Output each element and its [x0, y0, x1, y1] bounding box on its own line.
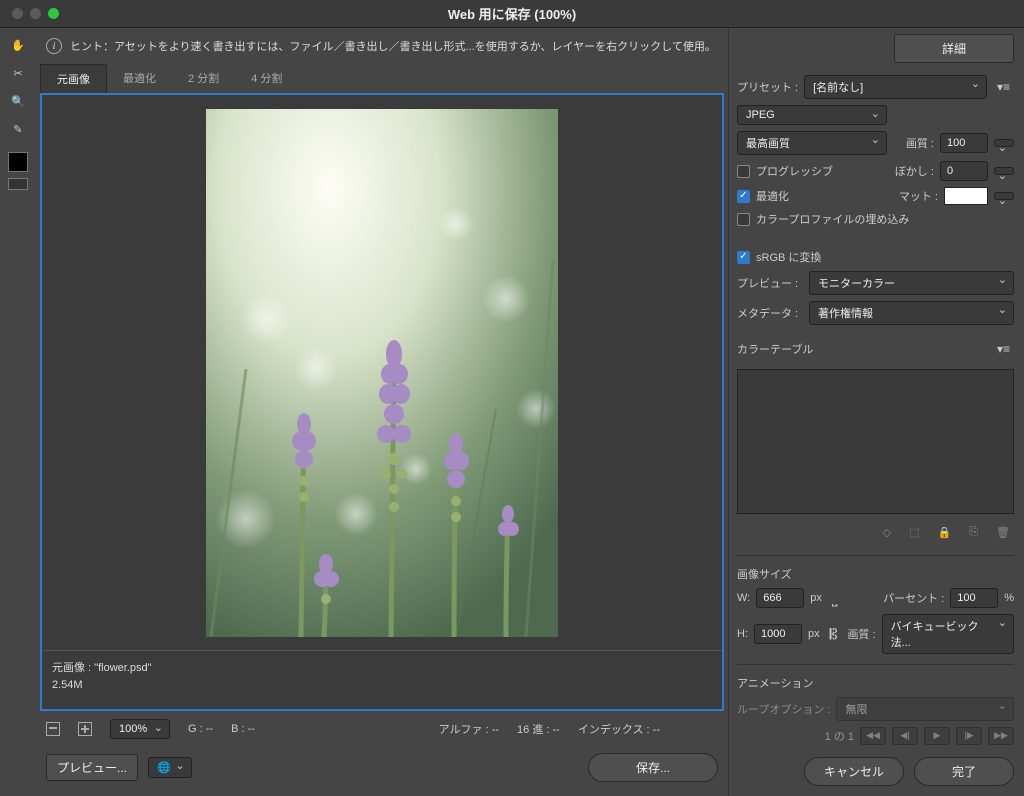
- status-G: G : --: [188, 723, 213, 735]
- link-dimensions-icon[interactable]: ⎵: [828, 590, 842, 607]
- tab-4up[interactable]: 4 分割: [235, 64, 298, 93]
- canvas-info: 元画像 : "flower.psd" 2.54M: [42, 650, 722, 709]
- slice-select-tool-icon[interactable]: ✂: [5, 62, 31, 84]
- browser-preview-select[interactable]: 🌐: [148, 757, 192, 778]
- frame-counter: 1 の 1: [825, 728, 854, 744]
- matte-color-swatch[interactable]: [944, 187, 988, 205]
- height-input[interactable]: [754, 624, 802, 644]
- loop-label: ループオプション :: [737, 701, 830, 717]
- blur-label: ぼかし :: [895, 163, 934, 179]
- optimize-label: 最適化: [756, 188, 789, 204]
- hint-bar: i ヒント：アセットをより速く書き出すには、ファイル／書き出し／書き出し形式..…: [40, 34, 724, 64]
- save-button[interactable]: 保存...: [588, 753, 718, 782]
- resample-select[interactable]: バイキュービック法...: [882, 614, 1014, 654]
- ct-snap-icon[interactable]: ◇: [883, 526, 891, 539]
- image-size-label: 画像サイズ: [737, 566, 1014, 582]
- status-hex: 16 進 : --: [517, 721, 560, 737]
- srgb-label: sRGB に変換: [756, 249, 821, 265]
- status-bar: 100% G : -- B : -- アルファ : -- 16 進 : -- イ…: [40, 711, 724, 747]
- anim-play-icon[interactable]: ▶: [924, 727, 950, 745]
- zoom-select[interactable]: 100%: [110, 719, 170, 739]
- color-table-menu-icon[interactable]: ▾≡: [993, 342, 1014, 356]
- format-select[interactable]: JPEG: [737, 105, 887, 125]
- optimize-checkbox[interactable]: [737, 190, 750, 203]
- ct-lock-icon[interactable]: 🔒: [938, 526, 952, 539]
- preview-label: プレビュー :: [737, 275, 803, 291]
- embed-profile-checkbox[interactable]: [737, 213, 750, 226]
- hint-text: ヒント：アセットをより速く書き出すには、ファイル／書き出し／書き出し形式...を…: [70, 38, 716, 54]
- info-icon: i: [46, 38, 62, 54]
- ct-new-icon[interactable]: ⎘: [969, 526, 978, 539]
- anim-next-icon[interactable]: |▶: [956, 727, 982, 745]
- quality2-label: 画質 :: [847, 626, 875, 642]
- percent-input[interactable]: [950, 588, 998, 608]
- h-unit: px: [808, 628, 820, 640]
- canvas-info-filename: 元画像 : "flower.psd": [52, 659, 712, 675]
- cancel-button[interactable]: キャンセル: [804, 757, 904, 786]
- blur-input[interactable]: [940, 161, 988, 181]
- quality-label: 画質 :: [906, 135, 934, 151]
- preset-select[interactable]: [名前なし]: [804, 75, 987, 99]
- canvas-wrap: 元画像 : "flower.psd" 2.54M: [40, 93, 724, 711]
- plus-icon[interactable]: [78, 722, 92, 736]
- anim-first-icon[interactable]: ◀◀: [860, 727, 886, 745]
- color-table: [737, 369, 1014, 514]
- eyedropper-color-swatch[interactable]: [8, 152, 28, 172]
- quality-input[interactable]: [940, 133, 988, 153]
- toolstrip: ✋ ✂ 🔍 ✎: [0, 28, 36, 796]
- metadata-label: メタデータ :: [737, 305, 803, 321]
- srgb-checkbox[interactable]: [737, 251, 750, 264]
- preview-button[interactable]: プレビュー...: [46, 754, 138, 781]
- loop-select: 無限: [836, 697, 1014, 721]
- quality-preset-select[interactable]: 最高画質: [737, 131, 887, 155]
- ct-cube-icon[interactable]: ⬚: [909, 526, 919, 539]
- metadata-select[interactable]: 著作権情報: [809, 301, 1014, 325]
- canvas-info-size: 2.54M: [52, 679, 712, 691]
- zoom-tool-icon[interactable]: 🔍: [5, 90, 31, 112]
- minus-icon[interactable]: [46, 722, 60, 736]
- tab-original[interactable]: 元画像: [40, 64, 107, 93]
- color-table-label: カラーテーブル: [737, 341, 813, 357]
- anim-prev-icon[interactable]: ◀|: [892, 727, 918, 745]
- w-label: W:: [737, 592, 750, 604]
- canvas-area[interactable]: [42, 95, 722, 650]
- done-button[interactable]: 完了: [914, 757, 1014, 786]
- view-tabs: 元画像 最適化 2 分割 4 分割: [40, 64, 724, 94]
- hand-tool-icon[interactable]: ✋: [5, 34, 31, 56]
- color-table-icons: ◇ ⬚ 🔒 ⎘ 🗑: [737, 520, 1014, 545]
- quality-stepper[interactable]: [994, 139, 1014, 147]
- preset-label: プリセット :: [737, 79, 798, 95]
- ct-trash-icon[interactable]: 🗑: [996, 526, 1010, 539]
- eyedropper-tool-icon[interactable]: ✎: [5, 118, 31, 140]
- blur-stepper[interactable]: [994, 167, 1014, 175]
- h-label: H:: [737, 628, 748, 640]
- slice-visibility-icon[interactable]: [8, 178, 28, 190]
- width-input[interactable]: [756, 588, 804, 608]
- anim-last-icon[interactable]: ▶▶: [988, 727, 1014, 745]
- status-index: インデックス : --: [578, 721, 660, 737]
- status-B: B : --: [231, 723, 255, 735]
- percent-unit: %: [1004, 592, 1014, 604]
- percent-label: パーセント :: [883, 590, 944, 606]
- w-unit: px: [810, 592, 822, 604]
- preview-select[interactable]: モニターカラー: [809, 271, 1014, 295]
- preset-menu-icon[interactable]: ▾≡: [993, 80, 1014, 94]
- tab-2up[interactable]: 2 分割: [172, 64, 235, 93]
- tab-optimized[interactable]: 最適化: [107, 64, 172, 93]
- animation-label: アニメーション: [737, 675, 1014, 691]
- window-title: Web 用に保存 (100%): [0, 4, 1024, 23]
- preview-image: [206, 109, 558, 637]
- status-alpha: アルファ : --: [439, 721, 499, 737]
- link-chain-icon[interactable]: 𝄡: [826, 626, 842, 643]
- matte-label: マット :: [899, 188, 938, 204]
- embed-profile-label: カラープロファイルの埋め込み: [756, 211, 909, 227]
- detail-button[interactable]: 詳細: [894, 34, 1014, 63]
- progressive-checkbox[interactable]: [737, 165, 750, 178]
- matte-select[interactable]: [994, 192, 1014, 200]
- progressive-label: プログレッシブ: [756, 163, 833, 179]
